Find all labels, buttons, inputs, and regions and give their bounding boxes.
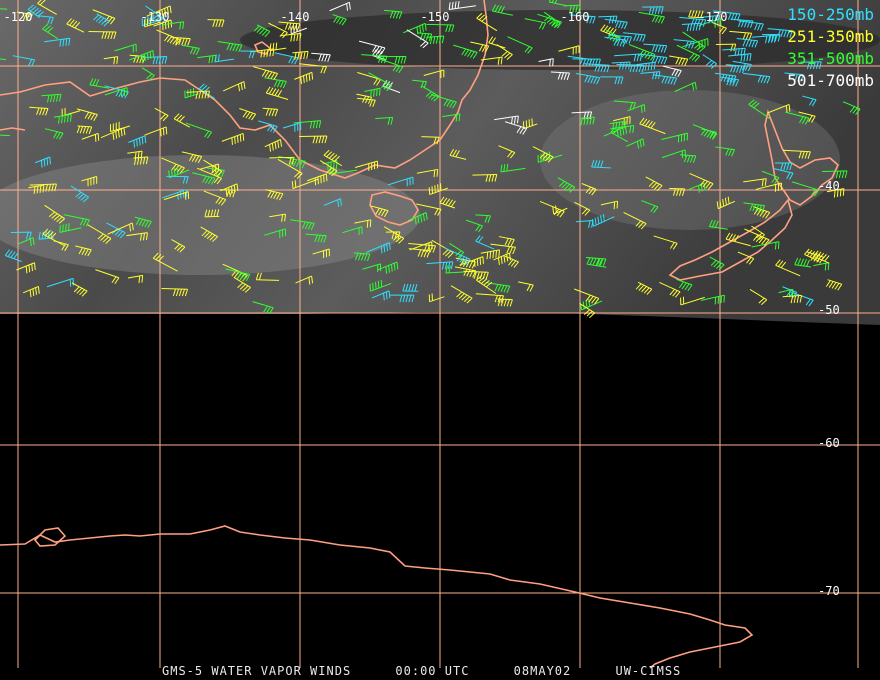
caption-date: 08MAY02 bbox=[513, 664, 572, 678]
longitude-label: -150 bbox=[420, 10, 450, 24]
legend-item-150-250: 150-250mb bbox=[787, 5, 874, 24]
coastline bbox=[33, 527, 67, 547]
latitude-label: -70 bbox=[818, 584, 840, 598]
latitude-label: -50 bbox=[818, 303, 840, 317]
longitude-label: -170 bbox=[698, 10, 728, 24]
bright-cloud-band-2 bbox=[540, 90, 840, 230]
latitude-label: -60 bbox=[818, 436, 840, 450]
longitude-label: -140 bbox=[280, 10, 310, 24]
caption-time: 00:00 UTC bbox=[395, 664, 470, 678]
longitude-label: -130 bbox=[140, 10, 170, 24]
satellite-wind-map: -120 -130 -140 -150 -160 -170 -40 -50 -60 -70 15… bbox=[0, 0, 880, 680]
map-canvas bbox=[0, 0, 880, 669]
caption-satellite: GMS-5 WATER VAPOR WINDS bbox=[162, 664, 352, 678]
coastline bbox=[0, 525, 754, 669]
image-caption: GMS-5 WATER VAPOR WINDS 00:00 UTC 08MAY0… bbox=[162, 664, 717, 678]
pressure-legend: 150-250mb 251-350mb 351-500mb 501-700mb bbox=[787, 4, 874, 92]
longitude-label: -160 bbox=[560, 10, 590, 24]
legend-item-501-700: 501-700mb bbox=[787, 71, 874, 90]
caption-source: UW-CIMSS bbox=[615, 664, 682, 678]
latitude-label: -40 bbox=[818, 179, 840, 193]
legend-item-251-350: 251-350mb bbox=[787, 27, 874, 46]
longitude-label: -120 bbox=[3, 10, 33, 24]
legend-item-351-500: 351-500mb bbox=[787, 49, 874, 68]
